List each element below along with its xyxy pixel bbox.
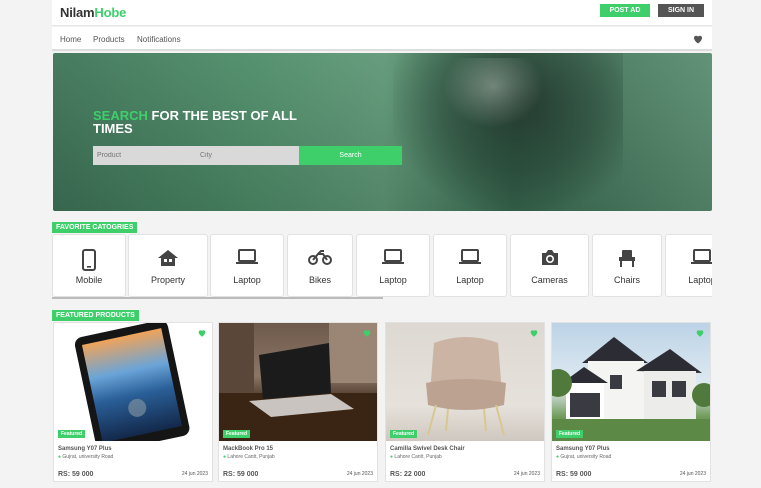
location-pin-icon: ●	[223, 454, 227, 460]
product-date: 24 jun 2023	[346, 471, 373, 477]
product-price: RS: 59 000	[556, 471, 592, 478]
product-title[interactable]: Camilla Swivel Desk Chair	[390, 446, 465, 452]
search-button[interactable]: Search	[299, 146, 402, 165]
category-label: Mobile	[75, 275, 103, 285]
laptop-icon	[236, 249, 258, 264]
product-location: ● Gujrat, university Road	[58, 454, 113, 460]
category-label: Laptop	[233, 275, 261, 285]
logo-text-part2: Hobe	[94, 5, 127, 20]
laptop-image	[219, 323, 377, 441]
featured-badge: Featured	[58, 430, 86, 438]
mobile-icon	[82, 249, 96, 271]
category-laptop[interactable]: Laptop	[665, 234, 712, 297]
favorite-heart-icon[interactable]	[529, 328, 539, 338]
category-chairs[interactable]: Chairs	[592, 234, 662, 297]
favorite-heart-icon[interactable]	[197, 328, 207, 338]
product-title[interactable]: Samsung Y07 Plus	[58, 446, 112, 452]
category-label: Bikes	[308, 275, 331, 285]
categories-scrollbar[interactable]	[52, 297, 383, 299]
product-price: RS: 59 000	[58, 471, 94, 478]
chair-image	[386, 323, 544, 441]
navbar: Home Products Notifications	[52, 27, 712, 51]
product-card[interactable]: Featured Camilla Swivel Desk Chair ● Lah…	[385, 322, 545, 482]
product-location-text: Gujrat, university Road	[62, 454, 114, 460]
location-pin-icon: ●	[58, 454, 62, 460]
favorite-heart-icon[interactable]	[695, 328, 705, 338]
laptop-icon	[459, 249, 481, 264]
featured-heading: FEATURED PRODUCTS	[52, 310, 139, 321]
product-location: ● Lahore Cantt, Punjab	[390, 454, 442, 460]
category-label: Laptop	[379, 275, 407, 285]
chair-icon	[619, 250, 635, 267]
product-date: 24 jun 2023	[181, 471, 208, 477]
category-label: Cameras	[531, 275, 568, 285]
favorite-heart-icon[interactable]	[362, 328, 372, 338]
page: NilamHobe POST AD SIGN IN Home Products …	[0, 0, 761, 488]
product-search-input[interactable]	[93, 146, 196, 165]
location-pin-icon: ●	[556, 454, 560, 460]
categories-carousel[interactable]: Mobile Property Laptop Bikes Laptop Lapt…	[52, 234, 712, 298]
house-image	[552, 323, 710, 441]
laptop-icon	[691, 249, 712, 264]
hero-banner: SEARCH FOR THE BEST OF ALL TIMES Search	[53, 53, 712, 211]
nav-item-notifications[interactable]: Notifications	[137, 35, 181, 44]
location-pin-icon: ●	[390, 454, 394, 460]
search-bar: Search	[93, 146, 402, 165]
heart-icon[interactable]	[692, 33, 704, 45]
product-card[interactable]: Featured MackBook Pro 15 ● Lahore Cantt,…	[218, 322, 378, 482]
product-location: ● Lahore Cantt, Punjab	[223, 454, 275, 460]
laptop-icon	[382, 249, 404, 264]
category-cameras[interactable]: Cameras	[510, 234, 589, 297]
product-price: RS: 59 000	[223, 471, 259, 478]
featured-badge: Featured	[390, 430, 418, 438]
product-title[interactable]: MackBook Pro 15	[223, 446, 273, 452]
sign-in-button[interactable]: SIGN IN	[658, 4, 704, 17]
house-icon	[158, 250, 178, 266]
motorcycle-icon	[308, 250, 332, 265]
product-location-text: Gujrat, university Road	[560, 454, 612, 460]
categories-heading: FAVORITE CATOGRIES	[52, 222, 138, 233]
tablet-image	[54, 323, 212, 441]
category-mobile[interactable]: Mobile	[52, 234, 126, 297]
product-location: ● Gujrat, university Road	[556, 454, 611, 460]
product-location-text: Lahore Cantt, Punjab	[394, 454, 442, 460]
category-property[interactable]: Property	[128, 234, 208, 297]
category-laptop[interactable]: Laptop	[356, 234, 430, 297]
nav-item-home[interactable]: Home	[60, 35, 81, 44]
category-laptop[interactable]: Laptop	[210, 234, 284, 297]
category-label: Laptop	[456, 275, 484, 285]
hero-title: SEARCH FOR THE BEST OF ALL TIMES	[93, 109, 313, 135]
logo-text-part1: Nilam	[60, 5, 95, 20]
post-ad-button[interactable]: POST AD	[600, 4, 650, 17]
category-bikes[interactable]: Bikes	[287, 234, 353, 297]
product-date: 24 jun 2023	[679, 471, 706, 477]
product-title[interactable]: Samsung Y07 Plus	[556, 446, 610, 452]
header: NilamHobe POST AD SIGN IN	[52, 0, 712, 26]
product-card[interactable]: Featured Samsung Y07 Plus ● Gujrat, univ…	[53, 322, 213, 482]
city-search-input[interactable]	[196, 146, 299, 165]
category-label: Property	[150, 275, 185, 285]
camera-icon	[541, 250, 558, 265]
nav-item-products[interactable]: Products	[93, 35, 125, 44]
logo[interactable]: NilamHobe	[60, 5, 126, 20]
product-location-text: Lahore Cantt, Punjab	[227, 454, 275, 460]
product-price: RS: 22 000	[390, 471, 426, 478]
category-label: Chairs	[613, 275, 640, 285]
category-label: Laptop	[688, 275, 712, 285]
product-date: 24 jun 2023	[513, 471, 540, 477]
product-card[interactable]: Featured Samsung Y07 Plus ● Gujrat, univ…	[551, 322, 711, 482]
category-laptop[interactable]: Laptop	[433, 234, 507, 297]
featured-badge: Featured	[556, 430, 584, 438]
featured-badge: Featured	[223, 430, 251, 438]
